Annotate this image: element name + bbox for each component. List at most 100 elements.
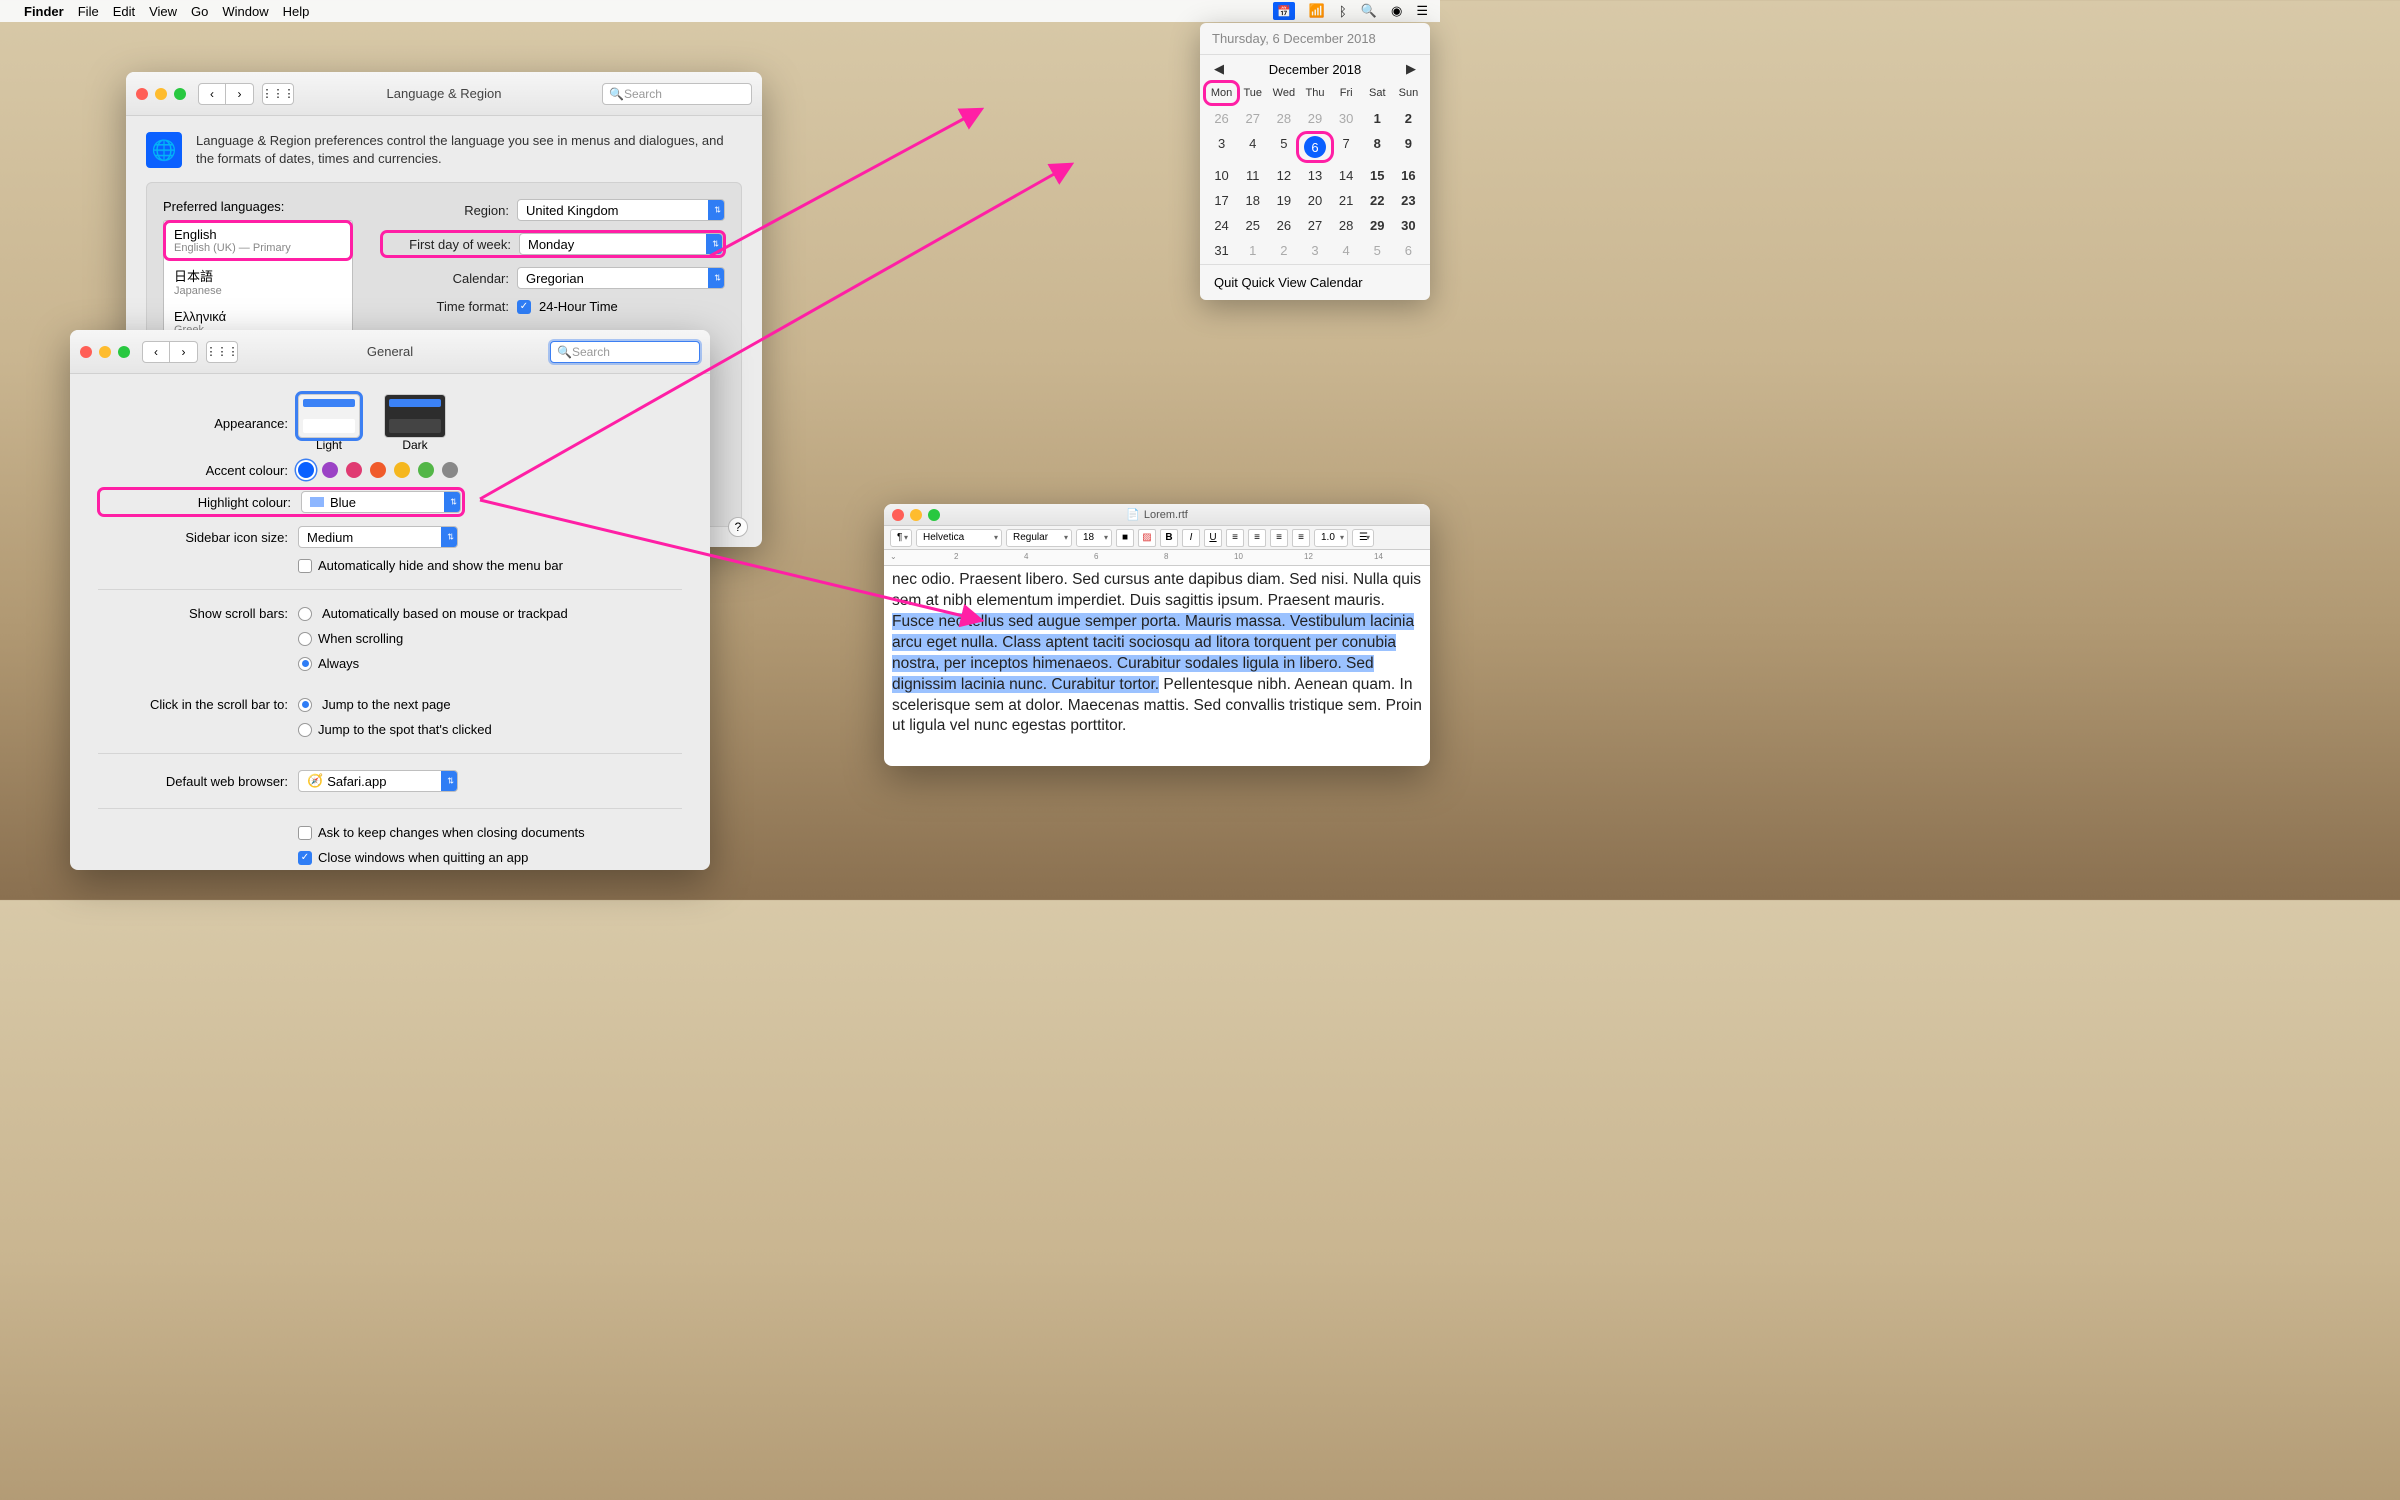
font-size-select[interactable]: 18 [1076, 529, 1112, 547]
highlight-colour-select[interactable]: Blue⇅ [301, 491, 461, 513]
cal-day[interactable]: 8 [1362, 134, 1393, 160]
cal-day[interactable]: 5 [1268, 134, 1299, 160]
appearance-dark[interactable]: Dark [384, 394, 446, 452]
align-justify-button[interactable]: ≡ [1292, 529, 1310, 547]
cal-day[interactable]: 23 [1393, 191, 1424, 210]
minimize-button[interactable] [155, 88, 167, 100]
calendar-select[interactable]: Gregorian⇅ [517, 267, 725, 289]
zoom-button[interactable] [118, 346, 130, 358]
spotlight-icon[interactable]: 🔍 [1361, 3, 1377, 19]
bold-button[interactable]: B [1160, 529, 1178, 547]
cal-day[interactable]: 24 [1206, 216, 1237, 235]
accent-dot[interactable] [298, 462, 314, 478]
24hour-checkbox[interactable]: ✓ [517, 300, 531, 314]
font-family-select[interactable]: Helvetica [916, 529, 1002, 547]
cal-day[interactable]: 3 [1206, 134, 1237, 160]
line-spacing-select[interactable]: 1.0 [1314, 529, 1348, 547]
appearance-light[interactable]: Light [298, 394, 360, 452]
italic-button[interactable]: I [1182, 529, 1200, 547]
cal-day[interactable]: 1 [1237, 241, 1268, 260]
cal-day[interactable]: 17 [1206, 191, 1237, 210]
quit-calendar-button[interactable]: Quit Quick View Calendar [1200, 264, 1430, 300]
search-input[interactable]: 🔍 Search [550, 341, 700, 363]
accent-dot[interactable] [322, 462, 338, 478]
app-name[interactable]: Finder [24, 4, 64, 19]
close-windows-checkbox[interactable]: ✓ [298, 851, 312, 865]
cal-day[interactable]: 2 [1393, 109, 1424, 128]
default-browser-select[interactable]: 🧭Safari.app⇅ [298, 770, 458, 792]
cal-day[interactable]: 15 [1362, 166, 1393, 185]
show-all-button[interactable]: ⋮⋮⋮ [262, 83, 294, 105]
notification-center-icon[interactable]: ☰ [1416, 3, 1428, 19]
first-day-of-week-select[interactable]: Monday⇅ [519, 233, 723, 255]
show-all-button[interactable]: ⋮⋮⋮ [206, 341, 238, 363]
menu-view[interactable]: View [149, 4, 177, 19]
cal-day[interactable]: 6 [1393, 241, 1424, 260]
cal-day[interactable]: 14 [1331, 166, 1362, 185]
search-input[interactable]: 🔍 Search [602, 83, 752, 105]
calendar-menu-icon[interactable]: 📅 [1273, 2, 1295, 20]
cal-day[interactable]: 7 [1331, 134, 1362, 160]
cal-day[interactable]: 31 [1206, 241, 1237, 260]
cal-day[interactable]: 29 [1362, 216, 1393, 235]
wifi-icon[interactable]: 📶 [1309, 3, 1325, 19]
zoom-button[interactable] [174, 88, 186, 100]
cal-day[interactable]: 26 [1206, 109, 1237, 128]
lang-item-english[interactable]: English English (UK) — Primary [164, 221, 352, 260]
cal-day[interactable]: 25 [1237, 216, 1268, 235]
menu-go[interactable]: Go [191, 4, 208, 19]
cal-day[interactable]: 27 [1299, 216, 1330, 235]
document-title[interactable]: 📄 Lorem.rtf [1126, 508, 1188, 521]
back-button[interactable]: ‹ [198, 83, 226, 105]
prev-month-button[interactable]: ◀ [1214, 61, 1224, 77]
menu-window[interactable]: Window [222, 4, 268, 19]
align-right-button[interactable]: ≡ [1270, 529, 1288, 547]
accent-dot[interactable] [394, 462, 410, 478]
cal-day[interactable]: 4 [1331, 241, 1362, 260]
close-button[interactable] [892, 509, 904, 521]
sidebar-icon-size-select[interactable]: Medium⇅ [298, 526, 458, 548]
font-style-select[interactable]: Regular [1006, 529, 1072, 547]
align-left-button[interactable]: ≡ [1226, 529, 1244, 547]
list-button[interactable]: ☰ [1352, 529, 1374, 547]
cal-day[interactable]: 28 [1331, 216, 1362, 235]
cal-day[interactable]: 20 [1299, 191, 1330, 210]
minimize-button[interactable] [99, 346, 111, 358]
menu-file[interactable]: File [78, 4, 99, 19]
cal-day[interactable]: 11 [1237, 166, 1268, 185]
cal-day[interactable]: 19 [1268, 191, 1299, 210]
cal-day[interactable]: 10 [1206, 166, 1237, 185]
styles-button[interactable]: ¶ [890, 529, 912, 547]
accent-dot[interactable] [418, 462, 434, 478]
cal-day[interactable]: 26 [1268, 216, 1299, 235]
cal-day[interactable]: 12 [1268, 166, 1299, 185]
region-select[interactable]: United Kingdom⇅ [517, 199, 725, 221]
underline-button[interactable]: U [1204, 529, 1222, 547]
ask-keep-changes-checkbox[interactable] [298, 826, 312, 840]
autohide-menubar-checkbox[interactable] [298, 559, 312, 573]
text-area[interactable]: nec odio. Praesent libero. Sed cursus an… [884, 566, 1430, 741]
click-opt-next[interactable] [298, 698, 312, 712]
cal-day[interactable]: 16 [1393, 166, 1424, 185]
scroll-opt-auto[interactable] [298, 607, 312, 621]
forward-button[interactable]: › [226, 83, 254, 105]
zoom-button[interactable] [928, 509, 940, 521]
bluetooth-icon[interactable]: ᛒ [1339, 4, 1347, 19]
cal-day[interactable]: 13 [1299, 166, 1330, 185]
cal-day[interactable]: 21 [1331, 191, 1362, 210]
accent-dot[interactable] [346, 462, 362, 478]
cal-day[interactable]: 5 [1362, 241, 1393, 260]
cal-day[interactable]: 18 [1237, 191, 1268, 210]
next-month-button[interactable]: ▶ [1406, 61, 1416, 77]
click-opt-spot[interactable] [298, 723, 312, 737]
cal-day[interactable]: 29 [1299, 109, 1330, 128]
lang-item-japanese[interactable]: 日本語 Japanese [164, 260, 352, 303]
cal-day[interactable]: 27 [1237, 109, 1268, 128]
close-button[interactable] [136, 88, 148, 100]
bg-color-button[interactable]: ▨ [1138, 529, 1156, 547]
scroll-opt-always[interactable] [298, 657, 312, 671]
scroll-opt-when[interactable] [298, 632, 312, 646]
back-button[interactable]: ‹ [142, 341, 170, 363]
cal-day[interactable]: 2 [1268, 241, 1299, 260]
menu-edit[interactable]: Edit [113, 4, 135, 19]
